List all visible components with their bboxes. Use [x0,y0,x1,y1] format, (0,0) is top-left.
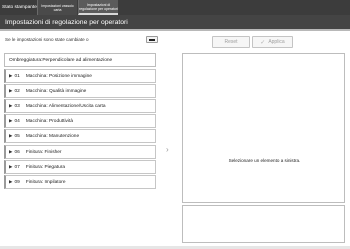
changed-settings-label: Se le impostazioni sono state cambiate o [5,37,89,42]
item-label: Macchina: Qualità immagine [25,88,87,94]
check-icon: ✓ [260,39,266,46]
apply-button-label: Applica [268,39,285,45]
list-item[interactable]: ▶ 04 Macchina: Produttività [4,114,156,128]
item-number: 02 [14,88,20,94]
expand-arrow-icon: ▶ [9,88,13,93]
apply-button[interactable]: ✓ Applica [252,36,293,48]
expand-arrow-icon: ▶ [9,133,13,138]
selected-setting-box[interactable]: Ombreggiatura:Perpendicolare ad alimenta… [4,53,156,67]
list-item[interactable]: ▶ 01 Macchina: Posizione immagine [4,69,156,83]
list-item[interactable]: ▶ 07 Finitura: Piegatura [4,160,156,174]
item-label: Finitura: Piegatura [25,164,66,170]
item-number: 03 [14,103,20,109]
tab-operator-settings[interactable]: Impostazioni di regolazione per operator… [78,0,118,15]
list-item[interactable]: ▶ 03 Macchina: Alimentazione/Uscita cart… [4,99,156,113]
item-label: Macchina: Manutenzione [25,133,80,139]
item-label: Finitura: Impilatore [25,179,66,185]
changed-settings-button[interactable] [146,36,158,43]
expand-arrow-icon: ▶ [9,179,13,184]
select-item-message: Selezionare un elemento a sinistra. [228,158,301,163]
item-number: 05 [14,133,20,139]
detail-lower-panel [182,205,345,243]
item-number: 07 [14,164,20,170]
tab-paper-tray-settings[interactable]: Impostazioni vassoio carta [37,0,77,15]
item-label: Macchina: Posizione immagine [25,73,92,79]
list-item[interactable]: ▶ 06 Finitura: Finisher [4,145,156,159]
header-divider [0,29,350,31]
detail-panel: Selezionare un elemento a sinistra. [182,53,345,203]
item-label: Macchina: Alimentazione/Uscita carta [25,103,106,109]
item-number: 06 [14,149,20,155]
list-item[interactable]: ▶ 02 Macchina: Qualità immagine [4,84,156,98]
expand-arrow-icon: ▶ [9,103,13,108]
list-item[interactable]: ▶ 05 Macchina: Manutenzione [4,129,156,143]
expand-arrow-icon: ▶ [9,73,13,78]
item-label: Finitura: Finisher [25,149,62,155]
chevron-right-icon: › [166,145,169,154]
expand-arrow-icon: ▶ [9,149,13,154]
expand-arrow-icon: ▶ [9,118,13,123]
page-title: Impostazioni di regolazione per operator… [0,15,350,29]
tab-printer-status[interactable]: Stato stampante [0,0,37,15]
item-number: 04 [14,118,20,124]
more-icon [149,38,155,41]
expand-arrow-icon: ▶ [9,164,13,169]
reset-button[interactable]: Reset [212,36,250,48]
list-item[interactable]: ▶ 09 Finitura: Impilatore [4,175,156,189]
item-number: 01 [14,73,20,79]
item-label: Macchina: Produttività [25,118,74,124]
item-number: 09 [14,179,20,185]
settings-list-panel: Ombreggiatura:Perpendicolare ad alimenta… [4,53,156,243]
